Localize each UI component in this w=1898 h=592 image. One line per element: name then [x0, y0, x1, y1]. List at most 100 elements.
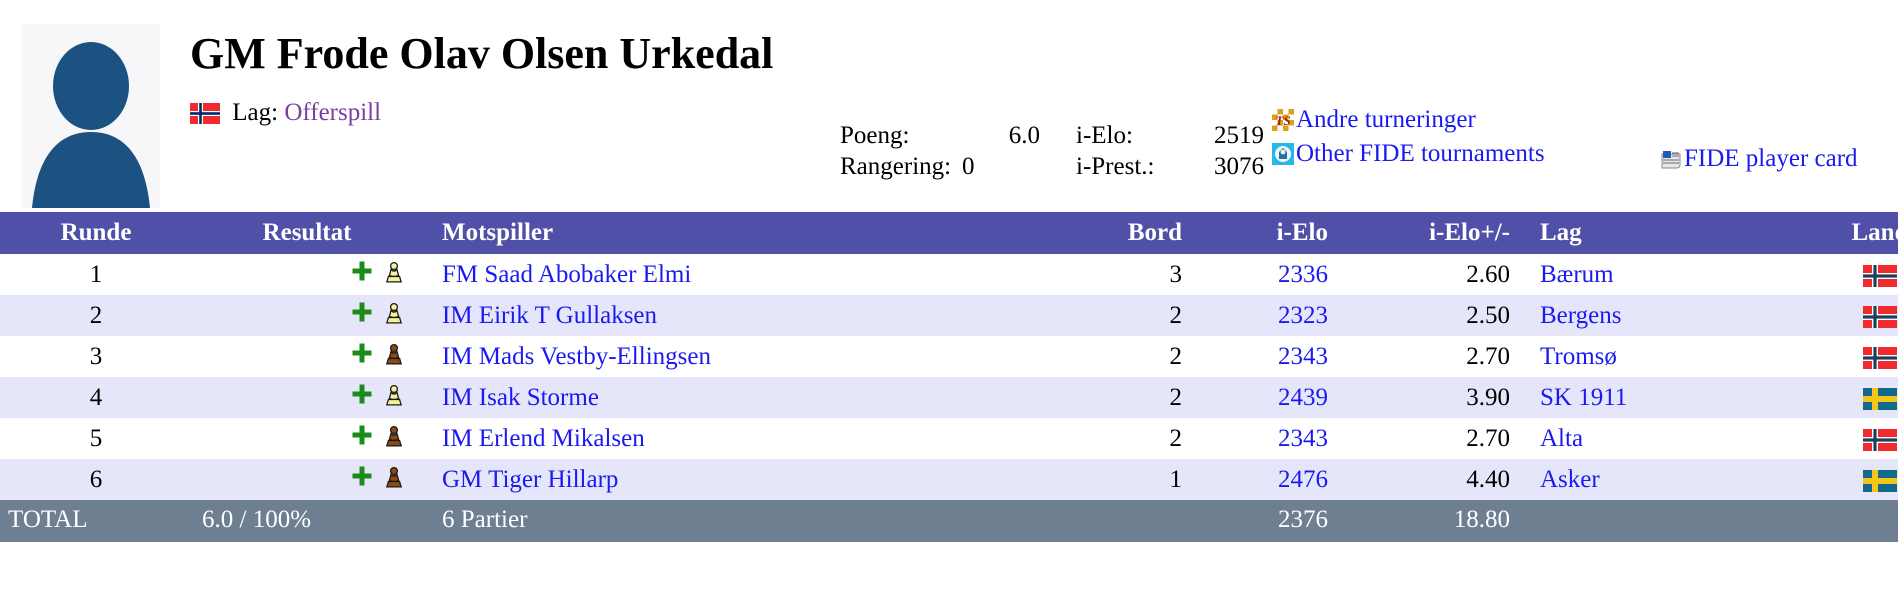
cell-ielo: 2439: [1198, 377, 1340, 418]
header-land[interactable]: Land: [1780, 212, 1898, 254]
player-stats: Poeng: 6.0 i-Elo: 2519 Rangering: 0 i-Pr…: [840, 120, 1264, 182]
player-header: GM Frode Olav Olsen Urkedal Lag: Offersp…: [0, 0, 1898, 212]
win-icon: [350, 423, 374, 454]
cell-resultat: [192, 254, 422, 295]
opponent-link[interactable]: GM Tiger Hillarp: [442, 466, 618, 493]
cell-land: [1780, 377, 1898, 418]
cell-land: [1780, 254, 1898, 295]
cell-ielo: 2336: [1198, 254, 1340, 295]
checkered-board-icon: TS: [1272, 108, 1294, 131]
team-line: Lag: Offerspill: [190, 99, 830, 127]
header-motspiller[interactable]: Motspiller: [422, 212, 1032, 254]
external-links: TS Andre turneringer Other FIDE tourname…: [1272, 104, 1692, 171]
white-pawn-icon: [384, 302, 404, 326]
cell-ielo: 2343: [1198, 336, 1340, 377]
norway-flag-icon: [1863, 264, 1897, 287]
cell-lag: Bærum: [1526, 254, 1780, 295]
header-lag[interactable]: Lag: [1526, 212, 1780, 254]
table-row: 1FM Saad Abobaker Elmi323362.60Bærum2.0: [0, 254, 1898, 295]
team-link[interactable]: Bærum: [1540, 261, 1614, 288]
cell-ielo: 2343: [1198, 418, 1340, 459]
opponent-link[interactable]: IM Mads Vestby-Ellingsen: [442, 343, 711, 370]
norway-flag-icon: [1863, 305, 1897, 328]
cell-land: [1780, 459, 1898, 500]
cell-runde: 2: [0, 295, 192, 336]
cell-motspiller: GM Tiger Hillarp: [422, 459, 1032, 500]
win-icon: [350, 341, 374, 372]
cell-land: [1780, 295, 1898, 336]
fide-card-link[interactable]: FIDE player card: [1684, 145, 1858, 172]
team-link[interactable]: Asker: [1540, 466, 1600, 493]
team-link[interactable]: Bergens: [1540, 302, 1621, 329]
player-card-icon: [1660, 147, 1682, 169]
header-ielo[interactable]: i-Elo: [1198, 212, 1340, 254]
cell-bord: 2: [1032, 336, 1198, 377]
total-games: 6 Partier: [422, 500, 1032, 542]
table-row: 2IM Eirik T Gullaksen223232.50Bergens1.0: [0, 295, 1898, 336]
cell-motspiller: IM Eirik T Gullaksen: [422, 295, 1032, 336]
fide-card-row: FIDE player card: [1660, 143, 1898, 175]
poeng-label: Poeng:: [840, 122, 910, 149]
opponent-link[interactable]: IM Erlend Mikalsen: [442, 425, 645, 452]
cell-lag: Tromsø: [1526, 336, 1780, 377]
rangering-value: 0: [962, 153, 975, 180]
team-link[interactable]: Tromsø: [1540, 343, 1617, 370]
cell-bord: 3: [1032, 254, 1198, 295]
total-score: 6.0 / 100%: [192, 500, 422, 542]
fide-card-links: FIDE player card: [1660, 143, 1898, 177]
table-row: 4IM Isak Storme224393.90SK 19111.5: [0, 377, 1898, 418]
cell-resultat: [192, 418, 422, 459]
win-icon: [350, 259, 374, 290]
cell-land: [1780, 418, 1898, 459]
fide-knight-icon: [1272, 142, 1294, 165]
opponent-link[interactable]: FM Saad Abobaker Elmi: [442, 261, 691, 288]
cell-resultat: [192, 377, 422, 418]
avatar: [22, 24, 160, 208]
total-ielo-pm: 18.80: [1340, 500, 1526, 542]
cell-ielo-pm: 2.60: [1340, 254, 1526, 295]
header-runde[interactable]: Runde: [0, 212, 192, 254]
cell-ielo-pm: 3.90: [1340, 377, 1526, 418]
cell-runde: 5: [0, 418, 192, 459]
sweden-flag-icon: [1863, 387, 1897, 410]
other-tournaments-link[interactable]: Andre turneringer: [1296, 106, 1476, 133]
cell-ielo: 2323: [1198, 295, 1340, 336]
header-bord[interactable]: Bord: [1032, 212, 1198, 254]
cell-lag: Bergens: [1526, 295, 1780, 336]
cell-ielo-pm: 4.40: [1340, 459, 1526, 500]
cell-ielo: 2476: [1198, 459, 1340, 500]
white-pawn-icon: [384, 261, 404, 285]
cell-lag: SK 1911: [1526, 377, 1780, 418]
opponent-link[interactable]: IM Eirik T Gullaksen: [442, 302, 657, 329]
cell-lag: Alta: [1526, 418, 1780, 459]
poeng-value: 6.0: [1008, 122, 1040, 149]
iprest-value: 3076: [1214, 153, 1264, 180]
header-ielo-pm[interactable]: i-Elo+/-: [1340, 212, 1526, 254]
ielo-value: 2519: [1214, 122, 1264, 149]
win-icon: [350, 382, 374, 413]
cell-ielo-pm: 2.70: [1340, 418, 1526, 459]
iprest-label: i-Prest.:: [1076, 153, 1155, 180]
total-lag: [1526, 500, 1780, 542]
other-fide-row: Other FIDE tournaments: [1272, 138, 1692, 170]
team-link[interactable]: Alta: [1540, 425, 1583, 452]
cell-lag: Asker: [1526, 459, 1780, 500]
total-land: [1780, 500, 1898, 542]
results-table: Runde Resultat Motspiller Bord i-Elo i-E…: [0, 212, 1898, 542]
team-link[interactable]: SK 1911: [1540, 384, 1627, 411]
white-pawn-icon: [384, 384, 404, 408]
total-row: TOTAL 6.0 / 100% 6 Partier 2376 18.80 6.…: [0, 500, 1898, 542]
team-link[interactable]: Offerspill: [284, 99, 381, 126]
cell-bord: 2: [1032, 377, 1198, 418]
cell-motspiller: IM Isak Storme: [422, 377, 1032, 418]
cell-resultat: [192, 336, 422, 377]
other-fide-link[interactable]: Other FIDE tournaments: [1296, 140, 1545, 167]
opponent-link[interactable]: IM Isak Storme: [442, 384, 599, 411]
cell-motspiller: FM Saad Abobaker Elmi: [422, 254, 1032, 295]
cell-resultat: [192, 295, 422, 336]
header-resultat[interactable]: Resultat: [192, 212, 422, 254]
black-pawn-icon: [384, 466, 404, 490]
cell-runde: 3: [0, 336, 192, 377]
sweden-flag-icon: [1863, 469, 1897, 492]
cell-runde: 1: [0, 254, 192, 295]
